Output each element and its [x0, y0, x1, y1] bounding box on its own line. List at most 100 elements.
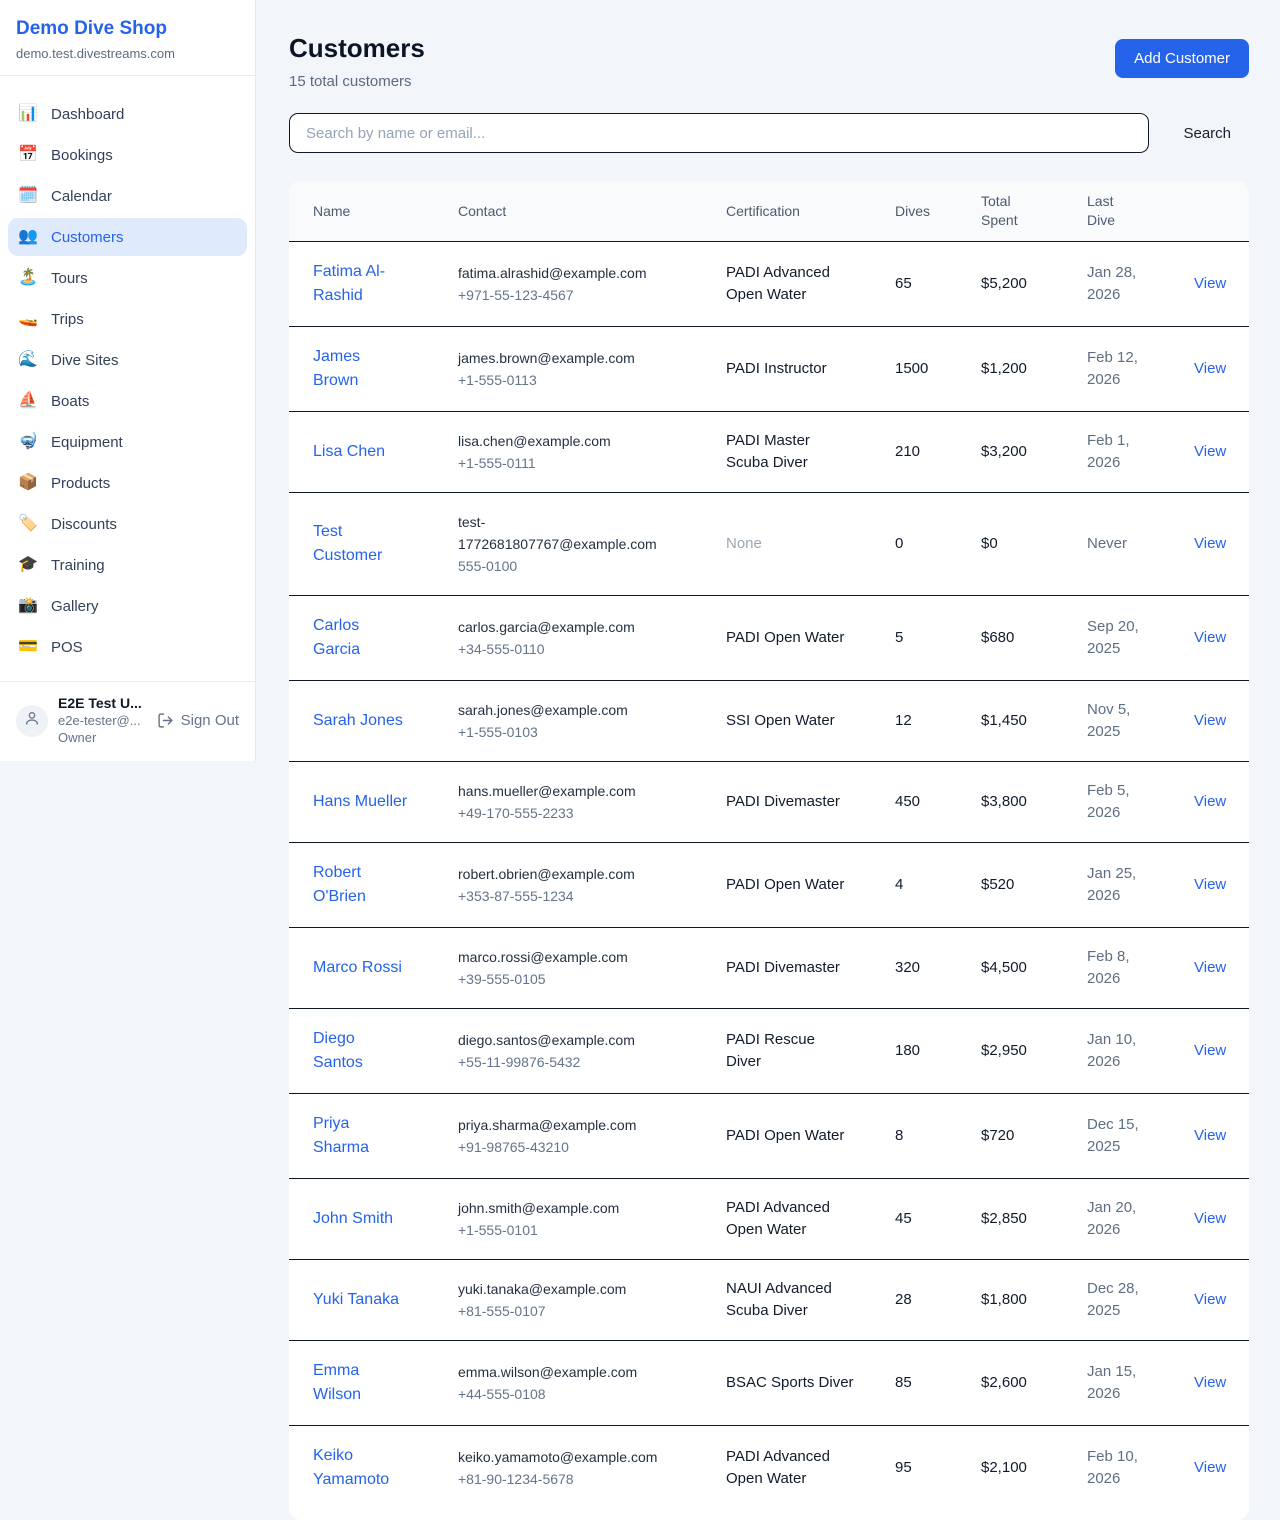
view-customer-link[interactable]: View	[1194, 535, 1226, 552]
customer-certification: PADI Open Water	[726, 874, 844, 896]
sidebar-item-customers[interactable]: 👥Customers	[8, 218, 247, 256]
customer-certification: PADI Advanced Open Water	[726, 1197, 854, 1241]
table-row: Sarah Jonessarah.jones@example.com+1-555…	[289, 681, 1249, 762]
view-customer-link[interactable]: View	[1194, 1459, 1226, 1476]
customer-dives: 85	[895, 1341, 981, 1426]
customer-certification: PADI Rescue Diver	[726, 1029, 854, 1073]
customer-name-link[interactable]: Yuki Tanaka	[313, 1288, 399, 1312]
view-customer-link[interactable]: View	[1194, 1291, 1226, 1308]
view-customer-link[interactable]: View	[1194, 360, 1226, 377]
customer-total-spent: $2,950	[981, 1009, 1087, 1094]
customer-dives: 450	[895, 762, 981, 843]
customer-total-spent: $5,200	[981, 242, 1087, 327]
table-row: John Smithjohn.smith@example.com+1-555-0…	[289, 1179, 1249, 1260]
customer-certification: BSAC Sports Diver	[726, 1372, 854, 1394]
add-customer-button[interactable]: Add Customer	[1115, 39, 1249, 78]
customer-email: john.smith@example.com	[458, 1197, 670, 1219]
customer-dives: 210	[895, 412, 981, 493]
sidebar-item-tours[interactable]: 🏝️Tours	[8, 259, 247, 297]
customer-name-link[interactable]: Sarah Jones	[313, 709, 403, 733]
table-row: Yuki Tanaka yuki.tanaka@example.com+81-55…	[289, 1260, 1249, 1341]
customer-name-link[interactable]: Priya Sharma	[313, 1112, 409, 1160]
customer-phone: +1-555-0103	[458, 721, 712, 743]
sidebar-item-dive-sites[interactable]: 🌊Dive Sites	[8, 341, 247, 379]
customer-name-link[interactable]: Carlos Garcia	[313, 614, 409, 662]
customer-email: carlos.garcia@example.com	[458, 616, 670, 638]
customer-last-dive: Never	[1087, 533, 1127, 555]
customer-last-dive: Feb 1, 2026	[1087, 430, 1145, 474]
sidebar-item-calendar[interactable]: 🗓️ Calendar	[8, 177, 247, 215]
customer-name-link[interactable]: Marco Rossi	[313, 956, 402, 980]
user-block: E2E Test U... e2e-tester@... Owner Sign …	[0, 681, 255, 761]
sidebar-item-trips[interactable]: 🚤Trips	[8, 300, 247, 338]
view-customer-link[interactable]: View	[1194, 1374, 1226, 1391]
search-button[interactable]: Search	[1165, 117, 1249, 150]
customer-name-link[interactable]: Diego Santos	[313, 1027, 409, 1075]
sidebar-item-dashboard[interactable]: 📊Dashboard	[8, 95, 247, 133]
sidebar-item-discounts[interactable]: 🏷️Discounts	[8, 505, 247, 543]
view-customer-link[interactable]: View	[1194, 793, 1226, 810]
user-name: E2E Test U...	[58, 695, 147, 712]
customer-total-spent: $520	[981, 843, 1087, 928]
sign-out-button[interactable]: Sign Out	[157, 712, 239, 729]
customer-dives: 0	[895, 493, 981, 596]
customer-phone: +34-555-0110	[458, 638, 712, 660]
customer-phone: +81-90-1234-5678	[458, 1468, 712, 1490]
table-row: Keiko Yamamotokeiko.yamamoto@example.com…	[289, 1426, 1249, 1516]
table-body: Fatima Al-Rashidfatima.alrashid@example.…	[289, 242, 1249, 1516]
column-header-certification: Certification	[726, 181, 895, 242]
customer-total-spent: $3,200	[981, 412, 1087, 493]
customer-name-link[interactable]: Lisa Chen	[313, 440, 385, 464]
customer-name-link[interactable]: James Brown	[313, 345, 409, 393]
user-email: e2e-tester@...	[58, 712, 147, 729]
people-icon: 👥	[18, 229, 38, 245]
view-customer-link[interactable]: View	[1194, 959, 1226, 976]
customer-name-link[interactable]: Hans Mueller	[313, 790, 407, 814]
view-customer-link[interactable]: View	[1194, 275, 1226, 292]
customer-certification: None	[726, 533, 762, 555]
customer-last-dive: Jan 25, 2026	[1087, 863, 1145, 907]
view-customer-link[interactable]: View	[1194, 629, 1226, 646]
view-customer-link[interactable]: View	[1194, 1127, 1226, 1144]
diving-mask-icon: 🤿	[18, 434, 38, 450]
sidebar-item-boats[interactable]: ⛵Boats	[8, 382, 247, 420]
column-header-contact: Contact	[458, 181, 726, 242]
customer-total-spent: $680	[981, 596, 1087, 681]
customer-certification: PADI Master Scuba Diver	[726, 430, 854, 474]
search-input[interactable]	[289, 113, 1149, 153]
table-row: Priya Sharmapriya.sharma@example.com+91-…	[289, 1094, 1249, 1179]
customer-total-spent: $2,850	[981, 1179, 1087, 1260]
customer-phone: +55-11-99876-5432	[458, 1051, 712, 1073]
sidebar-item-pos[interactable]: 💳POS	[8, 628, 247, 666]
customer-email: priya.sharma@example.com	[458, 1114, 670, 1136]
customer-phone: 555-0100	[458, 555, 712, 577]
customer-dives: 45	[895, 1179, 981, 1260]
sidebar-item-gallery[interactable]: 📸Gallery	[8, 587, 247, 625]
spiral-calendar-icon: 🗓️	[18, 188, 38, 204]
view-customer-link[interactable]: View	[1194, 712, 1226, 729]
customer-total-spent: $2,600	[981, 1341, 1087, 1426]
view-customer-link[interactable]: View	[1194, 443, 1226, 460]
sidebar-nav: 📊Dashboard📅Bookings 🗓️ Calendar 👥Customers🏝…	[0, 76, 255, 681]
customer-name-link[interactable]: John Smith	[313, 1207, 393, 1231]
customer-email: james.brown@example.com	[458, 347, 670, 369]
customer-name-link[interactable]: Robert O'Brien	[313, 861, 409, 909]
sidebar-item-label: Calendar	[51, 188, 112, 205]
customer-dives: 8	[895, 1094, 981, 1179]
customer-email: yuki.tanaka@example.com	[458, 1278, 670, 1300]
view-customer-link[interactable]: View	[1194, 1210, 1226, 1227]
customer-phone: +81-555-0107	[458, 1300, 712, 1322]
view-customer-link[interactable]: View	[1194, 1042, 1226, 1059]
customer-certification: PADI Open Water	[726, 1125, 844, 1147]
table-row: Carlos Garcia carlos.garcia@example.com+3…	[289, 596, 1249, 681]
sidebar-item-products[interactable]: 📦Products	[8, 464, 247, 502]
customer-name-link[interactable]: Fatima Al-Rashid	[313, 260, 409, 308]
customer-name-link[interactable]: Emma Wilson	[313, 1359, 409, 1407]
customer-name-link[interactable]: Test Customer	[313, 520, 409, 568]
view-customer-link[interactable]: View	[1194, 876, 1226, 893]
sidebar-item-bookings[interactable]: 📅Bookings	[8, 136, 247, 174]
table-row: James Brownjames.brown@example.com+1-555…	[289, 327, 1249, 412]
sidebar-item-label: Bookings	[51, 147, 113, 164]
sidebar-item-equipment[interactable]: 🤿Equipment	[8, 423, 247, 461]
sidebar-item-training[interactable]: 🎓Training	[8, 546, 247, 584]
